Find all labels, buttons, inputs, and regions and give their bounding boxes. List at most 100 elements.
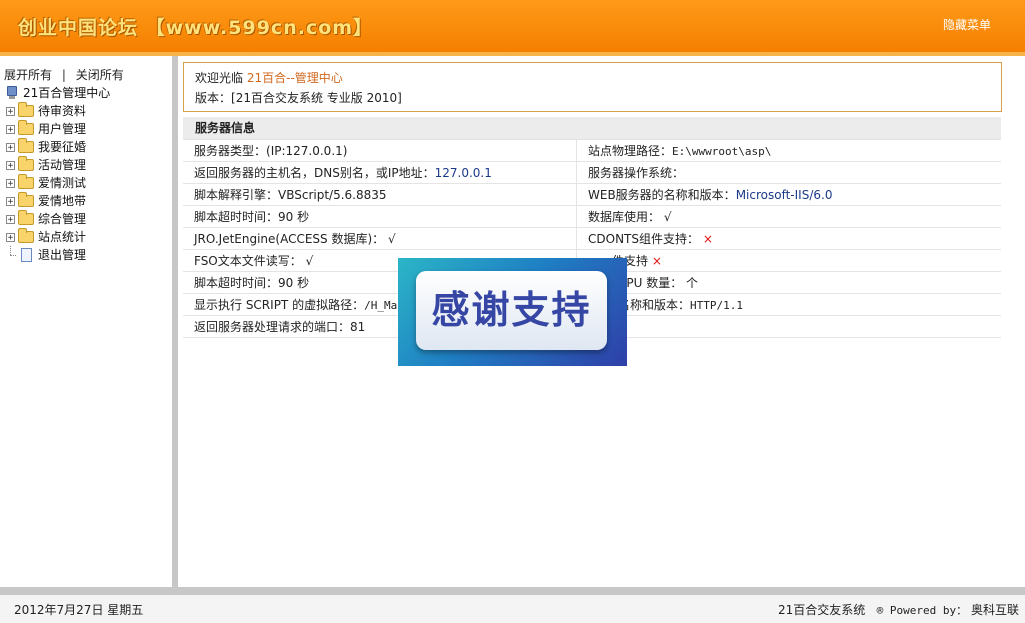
cell-value: 90 秒 [278,276,310,290]
cell-label: 服务器操作系统： [588,166,685,180]
cell-value: 个 [686,276,699,290]
footer-credits: 21百合交友系统 ® Powered by： 奥科互联 [778,601,1019,618]
welcome-prefix: 欢迎光临 [195,71,244,85]
folder-icon [18,210,34,225]
folder-icon [18,138,34,153]
check-icon: √ [305,254,314,268]
footer-powered-by: ® Powered by： [876,604,968,617]
sidebar-item-marriage-seeking[interactable]: + 我要征婚 [6,138,110,156]
table-cell: 服务器类型：(IP:127.0.0.1) [183,140,577,162]
sidebar-item-logout[interactable]: 退出管理 [6,246,110,264]
expand-icon[interactable]: + [6,124,15,134]
cell-value: (IP:127.0.0.1) [266,144,348,158]
folder-icon [18,102,34,117]
tree-controls: 展开所有 | 关闭所有 [4,66,124,83]
cell-value: E:\wwwroot\asp\ [672,145,772,158]
sidebar-item-love-test[interactable]: + 爱情测试 [6,174,110,192]
sidebar-item-label: 我要征婚 [38,140,87,154]
table-cell: WEB服务器的名称和版本：Microsoft-IIS/6.0 [576,183,1001,206]
table-row: 脚本超时时间：90 秒 数据库使用： √ [183,205,1001,228]
cell-label: CPU 数量： [618,276,683,290]
top-header: 创业中国论坛 【www.599cn.com】 隐藏菜单 [0,0,1025,56]
check-icon: √ [387,232,396,246]
center-name: 21百合--管理中心 [246,71,343,85]
check-icon: √ [663,210,672,224]
table-row: 脚本解释引擎：VBScript/5.6.8835 WEB服务器的名称和版本：Mi… [183,183,1001,206]
cell-value: VBScript/5.6.8835 [278,188,387,202]
footer-system-name: 21百合交友系统 [777,603,866,617]
cell-label: 显示执行 SCRIPT 的虚拟路径： [194,298,365,312]
folder-icon [18,156,34,171]
sidebar-item-label: 退出管理 [38,248,87,262]
tree-controls-separator: | [61,68,66,82]
table-cell: 数据库使用： √ [576,205,1001,228]
footer-company-link[interactable]: 奥科互联 [971,603,1019,617]
tree-root-label: 21百合管理中心 [23,86,111,100]
version-line: 版本：[21百合交友系统 专业版 2010] [195,89,402,106]
computer-icon [6,86,18,100]
expand-icon[interactable]: + [6,214,15,224]
cell-label: 脚本超时时间： [194,276,279,290]
expand-icon[interactable]: + [6,160,15,170]
tree-root[interactable]: 21百合管理中心 [6,84,110,102]
expand-icon[interactable]: + [6,232,15,242]
sidebar-item-label: 综合管理 [38,212,87,226]
expand-all-link[interactable]: 展开所有 [4,68,52,82]
collapse-all-link[interactable]: 关闭所有 [76,68,124,82]
cell-label: 数据库使用： [588,210,661,224]
sidebar-item-label: 待审资料 [38,104,87,118]
cell-value: Microsoft-IIS/6.0 [735,188,833,202]
cell-value: 127.0.0.1 [434,166,492,180]
version-value: [21百合交友系统 专业版 2010] [231,91,402,105]
table-cell: 返回服务器的主机名，DNS别名，或IP地址：127.0.0.1 [183,161,577,184]
folder-icon [18,120,34,135]
expand-icon[interactable]: + [6,106,15,116]
footer-bar: 2012年7月27日 星期五 21百合交友系统 ® Powered by： 奥科… [0,587,1025,623]
table-cell: 站点物理路径：E:\wwwroot\asp\ [576,140,1001,162]
table-row: 服务器类型：(IP:127.0.0.1) 站点物理路径：E:\wwwroot\a… [183,140,1001,162]
nav-tree: 21百合管理中心 + 待审资料 + 用户管理 + 我要征婚 + 活动管理 + 爱… [6,84,110,264]
folder-icon [18,174,34,189]
table-cell: 服务器操作系统： [576,161,1001,184]
thanks-overlay-text: 感谢支持 [416,271,607,350]
expand-icon[interactable]: + [6,178,15,188]
cell-value: 81 [350,320,366,334]
sidebar-item-general-management[interactable]: + 综合管理 [6,210,110,228]
table-cell: 脚本超时时间：90 秒 [183,205,577,228]
sidebar-item-activity-management[interactable]: + 活动管理 [6,156,110,174]
table-cell: JRO.JetEngine(ACCESS 数据库)： √ [183,227,577,250]
cell-label: 站点物理路径： [588,144,673,158]
expand-icon[interactable]: + [6,142,15,152]
folder-icon [18,228,34,243]
site-logo: 创业中国论坛 【www.599cn.com】 [18,17,374,39]
thanks-overlay[interactable]: 感谢支持 [398,258,627,366]
tree-connector [6,246,16,264]
welcome-line: 欢迎光临 21百合--管理中心 [195,69,343,86]
sidebar-item-site-statistics[interactable]: + 站点统计 [6,228,110,246]
table-row: 返回服务器的主机名，DNS别名，或IP地址：127.0.0.1 服务器操作系统： [183,161,1001,184]
cell-label: WEB服务器的名称和版本： [588,188,736,202]
cell-label: 服务器类型： [194,144,267,158]
table-cell: 件支持 × [576,249,1001,272]
expand-icon[interactable]: + [6,196,15,206]
folder-icon [18,192,34,207]
table-cell: CPU 数量： 个 [576,271,1001,294]
sidebar-item-pending-review[interactable]: + 待审资料 [6,102,110,120]
sidebar-item-label: 站点统计 [38,230,87,244]
cell-label: 脚本解释引擎： [194,188,279,202]
welcome-box: 欢迎光临 21百合--管理中心 版本：[21百合交友系统 专业版 2010] [183,62,1002,112]
sidebar-item-user-management[interactable]: + 用户管理 [6,120,110,138]
version-label: 版本： [195,91,232,105]
document-icon [21,248,32,262]
cell-label: JRO.JetEngine(ACCESS 数据库)： [194,232,385,246]
sidebar-item-label: 爱情地带 [38,194,87,208]
sidebar-item-label: 活动管理 [38,158,87,172]
cross-icon: × [702,232,713,246]
cell-label: CDONTS组件支持： [588,232,699,246]
cell-label: 脚本超时时间： [194,210,279,224]
sidebar: 展开所有 | 关闭所有 21百合管理中心 + 待审资料 + 用户管理 + 我要征… [0,56,178,587]
table-cell: 名称和版本：HTTP/1.1 [576,293,1001,316]
hide-menu-link[interactable]: 隐藏菜单 [943,16,991,33]
sidebar-item-love-zone[interactable]: + 爱情地带 [6,192,110,210]
table-cell: 脚本解释引擎：VBScript/5.6.8835 [183,183,577,206]
